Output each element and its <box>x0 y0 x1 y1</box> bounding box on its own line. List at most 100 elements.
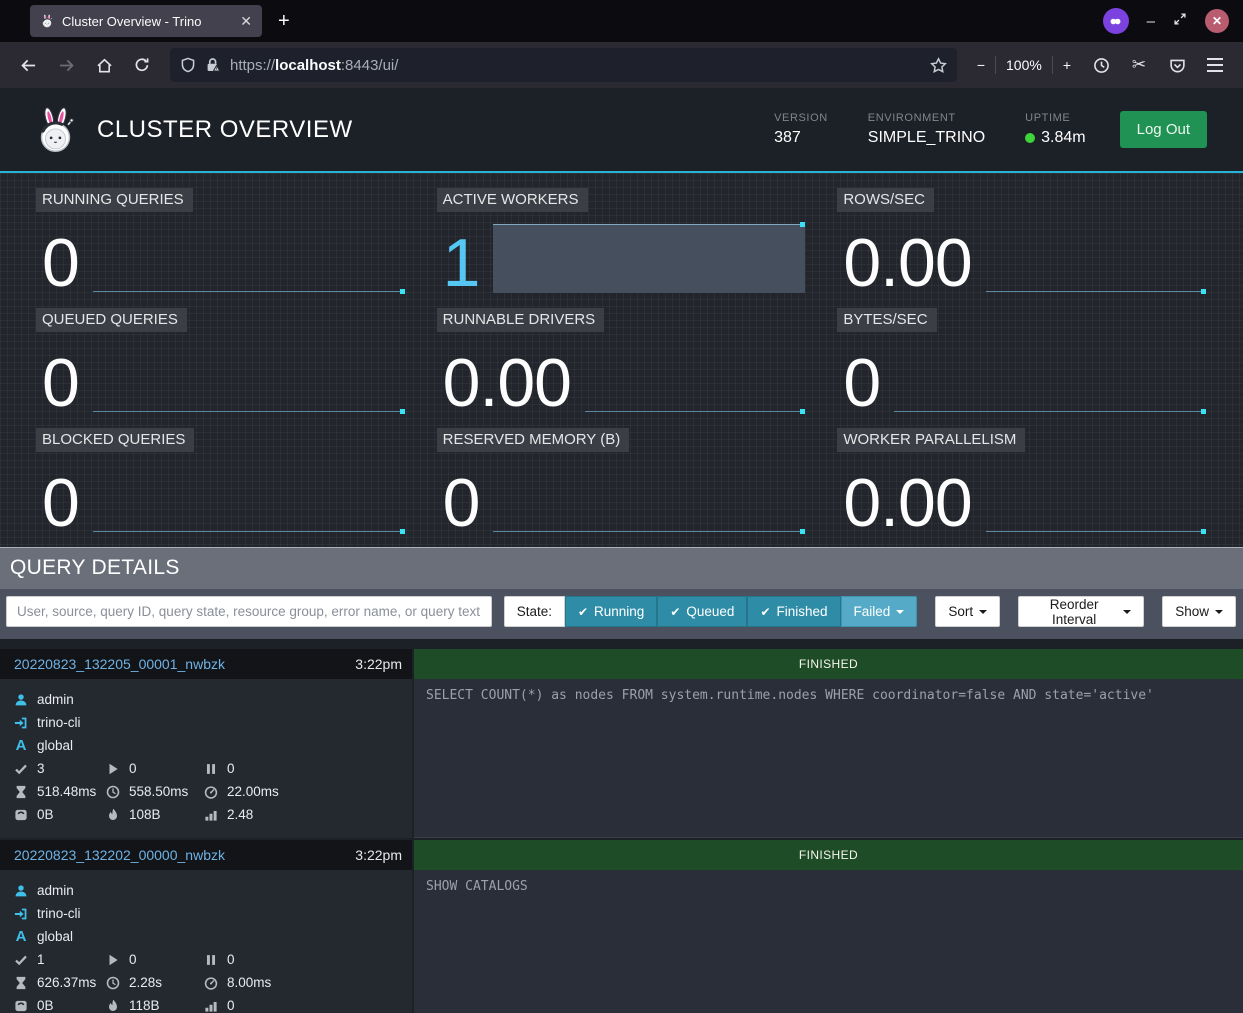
check-icon: ✔ <box>578 605 588 619</box>
cpu-time-icon <box>106 976 120 990</box>
reload-button[interactable] <box>126 49 158 81</box>
uptime-status-dot <box>1025 133 1035 143</box>
query-status-badge: FINISHED <box>414 840 1243 870</box>
execution-time-icon <box>204 785 218 799</box>
query-status-badge: FINISHED <box>414 649 1243 679</box>
running-splits: 0 <box>129 761 137 776</box>
lock-warning-icon[interactable] <box>205 57 221 73</box>
user-icon <box>14 884 28 898</box>
url-text[interactable]: https://localhost:8443/ui/ <box>230 57 921 74</box>
cumulative-memory-icon <box>204 808 218 822</box>
execution-time: 8.00ms <box>227 975 271 990</box>
query-id-link[interactable]: 20220823_132202_00000_nwbzk <box>14 847 355 863</box>
current-memory-icon <box>14 808 28 822</box>
sparkline <box>493 464 805 535</box>
current-memory: 0B <box>37 807 54 822</box>
logout-button[interactable]: Log Out <box>1120 111 1207 148</box>
stat-value: 1 <box>437 232 480 295</box>
window-maximize-button[interactable] <box>1173 12 1187 31</box>
caret-down-icon <box>1215 610 1223 614</box>
source-icon <box>14 716 28 730</box>
version-label: VERSION <box>774 112 828 124</box>
running-splits: 0 <box>129 952 137 967</box>
completed-splits: 1 <box>37 952 45 967</box>
url-bar[interactable]: https://localhost:8443/ui/ <box>170 48 957 82</box>
window-close-button[interactable]: ✕ <box>1205 9 1229 33</box>
back-button[interactable] <box>12 49 44 81</box>
user-icon <box>14 693 28 707</box>
query-user: admin <box>37 692 74 707</box>
stat-card-reserved-memory: RESERVED MEMORY (B) 0 <box>437 428 807 535</box>
tracking-shield-icon[interactable] <box>180 57 196 73</box>
query-source: trino-cli <box>37 715 81 730</box>
stat-value: 0 <box>437 472 480 535</box>
query-search-input[interactable] <box>6 596 492 627</box>
sparkline <box>986 224 1206 295</box>
cumulative-memory: 2.48 <box>227 807 253 822</box>
sparkline <box>986 464 1206 535</box>
sparkline <box>93 344 405 415</box>
private-browsing-icon <box>1103 8 1129 34</box>
history-clock-icon[interactable] <box>1085 49 1117 81</box>
query-row: 20220823_132205_00001_nwbzk 3:22pm FINIS… <box>0 649 1243 838</box>
browser-tab[interactable]: Cluster Overview - Trino ✕ <box>30 5 262 37</box>
forward-button[interactable] <box>50 49 82 81</box>
completed-splits: 3 <box>37 761 45 776</box>
sparkline <box>894 344 1206 415</box>
tab-title: Cluster Overview - Trino <box>62 14 232 29</box>
sparkline <box>585 344 805 415</box>
sort-dropdown[interactable]: Sort <box>935 596 1000 627</box>
uptime-value: 3.84m <box>1041 129 1085 147</box>
stat-label: RUNNABLE DRIVERS <box>437 308 605 332</box>
show-dropdown[interactable]: Show <box>1162 596 1236 627</box>
execution-time-icon <box>204 976 218 990</box>
stat-value: 0 <box>36 232 79 295</box>
source-icon <box>14 907 28 921</box>
stat-label: ACTIVE WORKERS <box>437 188 588 212</box>
sparkline <box>93 464 405 535</box>
cpu-time: 558.50ms <box>129 784 188 799</box>
resource-group-icon: A <box>14 928 28 945</box>
completed-splits-icon <box>14 762 28 776</box>
pocket-icon[interactable] <box>1161 49 1193 81</box>
cpu-time: 2.28s <box>129 975 162 990</box>
filter-finished-button[interactable]: ✔Finished <box>747 596 840 627</box>
zoom-in-button[interactable]: + <box>1063 57 1071 73</box>
menu-hamburger-icon[interactable] <box>1199 49 1231 81</box>
cluster-stats-section: RUNNING QUERIES 0 ACTIVE WORKERS 1 ROWS/… <box>0 173 1243 547</box>
execution-time: 22.00ms <box>227 784 279 799</box>
page-title: CLUSTER OVERVIEW <box>97 116 774 144</box>
query-time: 3:22pm <box>355 847 402 863</box>
stat-label: RESERVED MEMORY (B) <box>437 428 630 452</box>
query-id-link[interactable]: 20220823_132205_00001_nwbzk <box>14 656 355 672</box>
queued-splits: 0 <box>227 952 235 967</box>
filter-running-button[interactable]: ✔Running <box>565 596 657 627</box>
new-tab-button[interactable]: + <box>278 10 290 33</box>
running-splits-icon <box>106 953 120 967</box>
screenshot-scissors-icon[interactable]: ✂ <box>1123 49 1155 81</box>
stat-label: RUNNING QUERIES <box>36 188 193 212</box>
zoom-level[interactable]: 100% <box>1006 57 1042 73</box>
bookmark-star-icon[interactable] <box>930 57 947 74</box>
stat-value: 0.00 <box>837 472 971 535</box>
filter-queued-button[interactable]: ✔Queued <box>657 596 747 627</box>
completed-splits-icon <box>14 953 28 967</box>
state-filter-label: State: <box>504 596 565 627</box>
stat-card-runnable-drivers: RUNNABLE DRIVERS 0.00 <box>437 308 807 415</box>
tab-close-icon[interactable]: ✕ <box>240 13 252 30</box>
filter-failed-dropdown[interactable]: Failed <box>841 596 918 627</box>
stat-value: 0.00 <box>837 232 971 295</box>
reorder-interval-dropdown[interactable]: Reorder Interval <box>1018 596 1144 627</box>
window-minimize-button[interactable]: – <box>1147 13 1155 30</box>
query-source: trino-cli <box>37 906 81 921</box>
trino-logo <box>36 106 75 154</box>
zoom-out-button[interactable]: − <box>977 57 985 73</box>
resource-group-icon: A <box>14 737 28 754</box>
stat-label: QUEUED QUERIES <box>36 308 187 332</box>
home-button[interactable] <box>88 49 120 81</box>
stat-value: 0.00 <box>437 352 571 415</box>
stat-label: BLOCKED QUERIES <box>36 428 194 452</box>
peak-memory: 108B <box>129 807 161 822</box>
stat-card-worker-parallelism: WORKER PARALLELISM 0.00 <box>837 428 1207 535</box>
elapsed-time: 626.37ms <box>37 975 96 990</box>
